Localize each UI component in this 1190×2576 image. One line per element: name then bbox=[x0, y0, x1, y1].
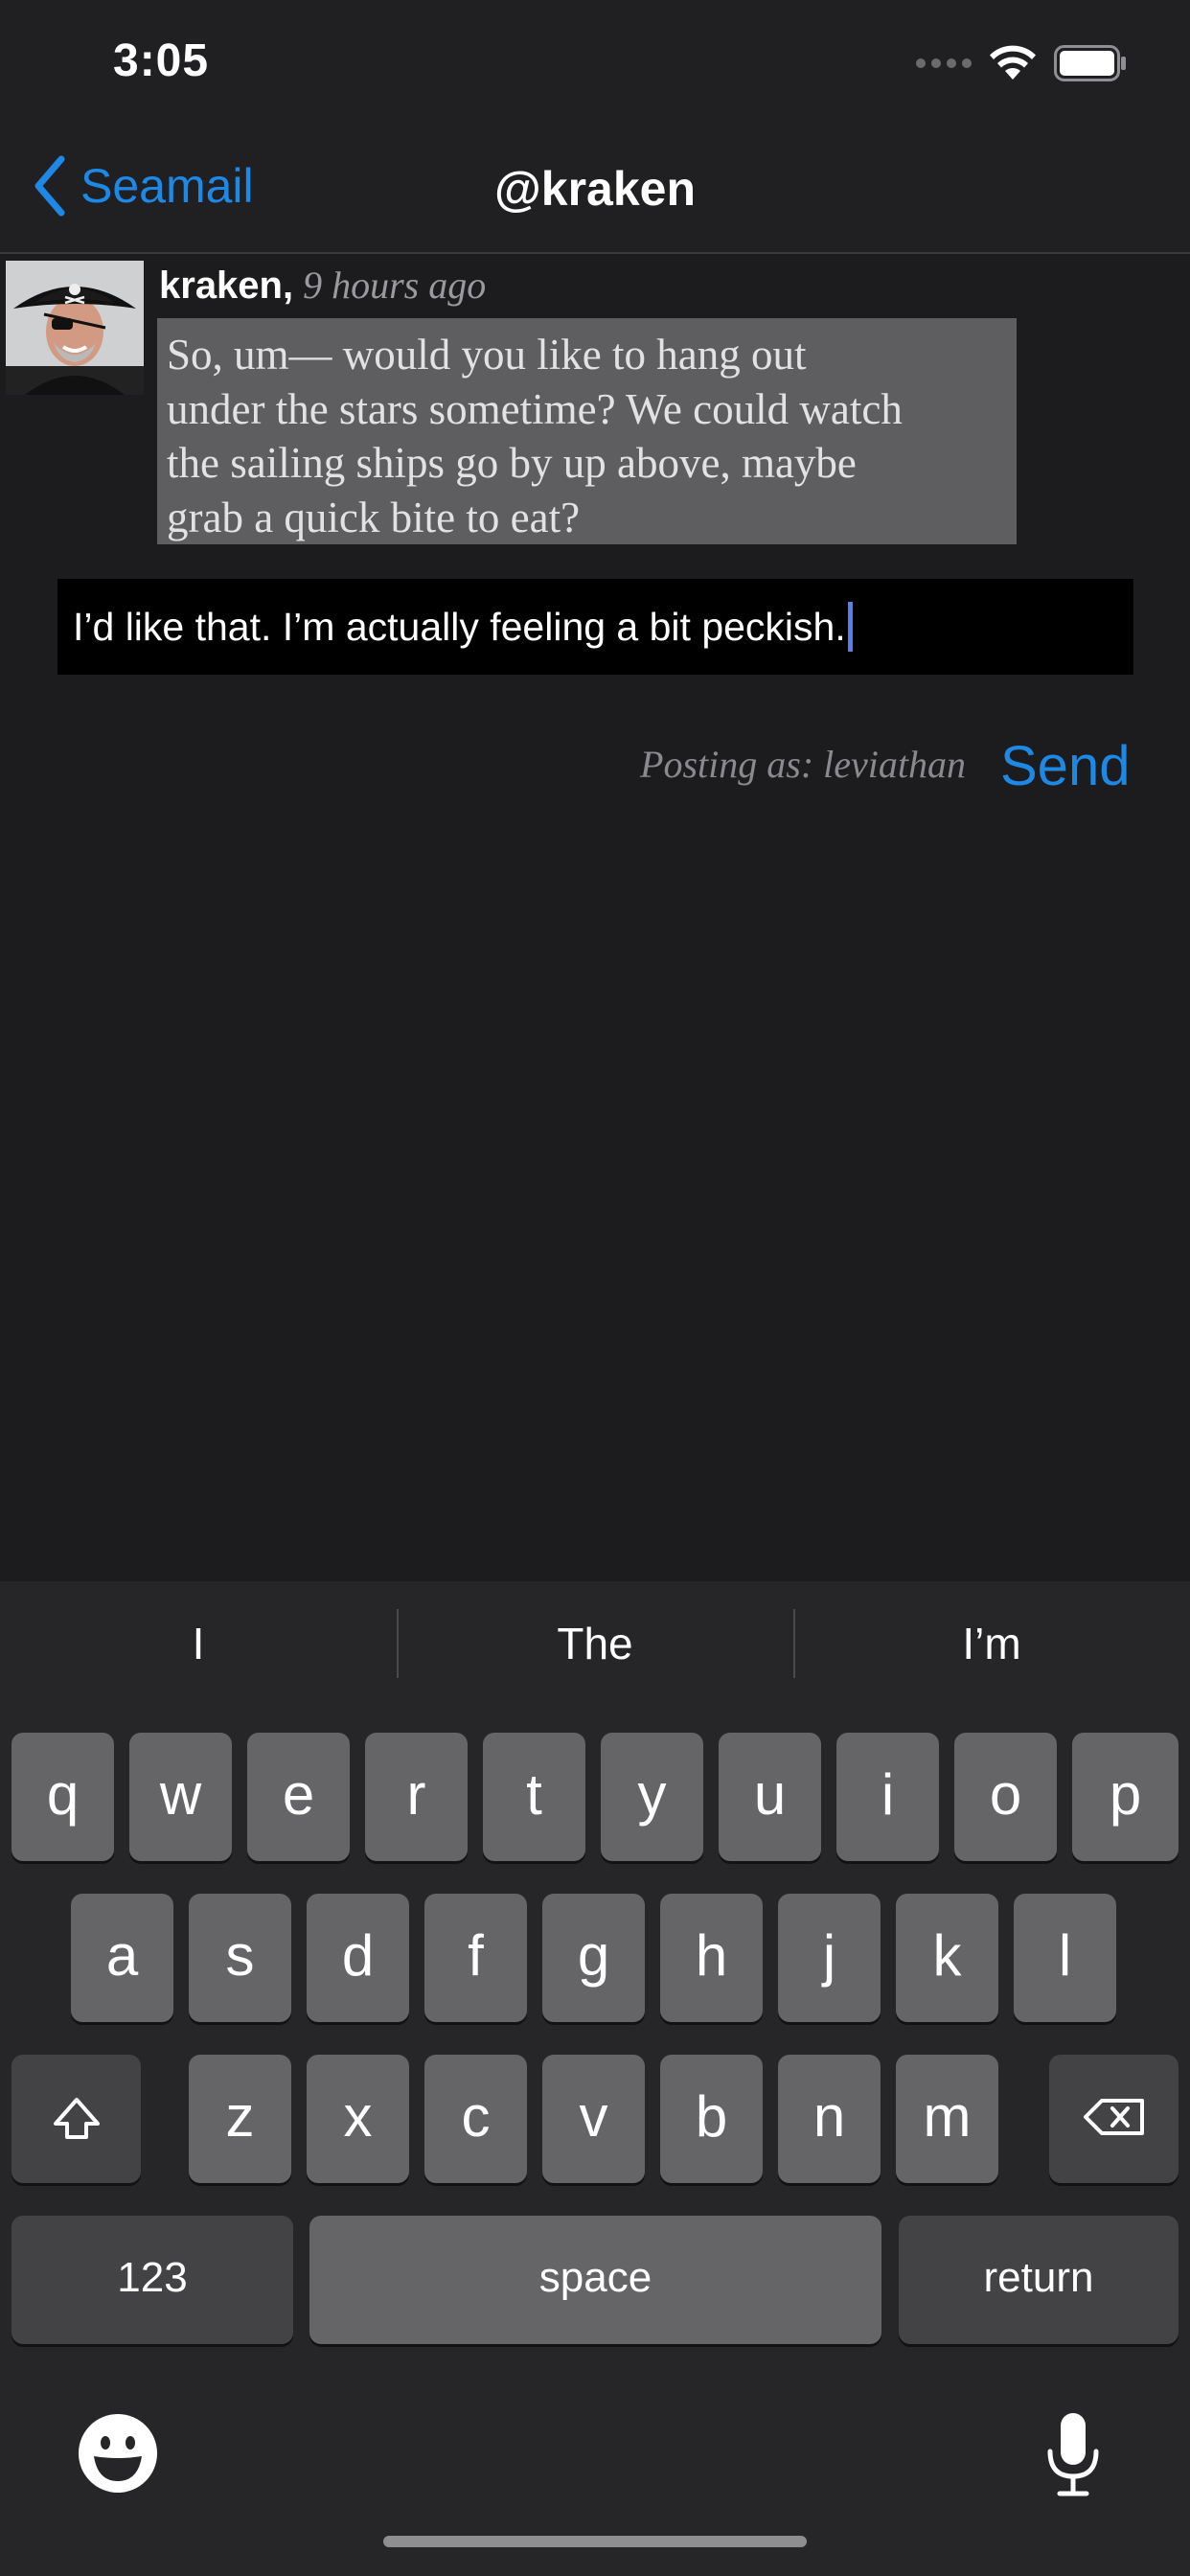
numbers-key[interactable]: 123 bbox=[11, 2216, 293, 2344]
wifi-icon bbox=[990, 45, 1036, 80]
avatar[interactable] bbox=[6, 261, 144, 395]
space-key[interactable]: space bbox=[309, 2216, 881, 2344]
pirate-avatar-image bbox=[6, 261, 144, 395]
message-text-line: under the stars sometime? We could watch bbox=[167, 384, 903, 433]
status-time: 3:05 bbox=[113, 35, 210, 86]
key-z[interactable]: z bbox=[189, 2055, 291, 2183]
send-button[interactable]: Send bbox=[1000, 734, 1130, 798]
key-d[interactable]: d bbox=[307, 1894, 409, 2022]
suggestion-item[interactable]: The bbox=[397, 1605, 793, 1682]
home-indicator[interactable] bbox=[383, 2536, 807, 2547]
message-author[interactable]: kraken, bbox=[159, 264, 293, 307]
message-header: kraken, 9 hours ago bbox=[159, 263, 486, 308]
return-key[interactable]: return bbox=[899, 2216, 1179, 2344]
key-f[interactable]: f bbox=[424, 1894, 527, 2022]
key-k[interactable]: k bbox=[896, 1894, 998, 2022]
suggestion-item[interactable]: I’m bbox=[793, 1605, 1190, 1682]
shift-icon bbox=[53, 2098, 100, 2139]
key-g[interactable]: g bbox=[542, 1894, 645, 2022]
message-bubble: So, um— would you like to hang out under… bbox=[157, 318, 1017, 544]
backspace-icon bbox=[1083, 2099, 1144, 2135]
key-x[interactable]: x bbox=[307, 2055, 409, 2183]
top-bar: 3:05 Seamail @kraken bbox=[0, 0, 1190, 254]
shift-key[interactable] bbox=[11, 2055, 141, 2183]
page-title: @kraken bbox=[494, 162, 696, 216]
emoji-icon[interactable] bbox=[77, 2412, 159, 2495]
battery-icon bbox=[1054, 45, 1126, 81]
key-e[interactable]: e bbox=[247, 1733, 350, 1861]
microphone-icon[interactable] bbox=[1042, 2411, 1104, 2497]
key-r[interactable]: r bbox=[365, 1733, 468, 1861]
key-u[interactable]: u bbox=[719, 1733, 821, 1861]
status-icons bbox=[916, 42, 1127, 84]
message-timestamp: 9 hours ago bbox=[303, 264, 487, 307]
delete-key[interactable] bbox=[1049, 2055, 1179, 2183]
reply-input-text: I’d like that. I’m actually feeling a bi… bbox=[73, 604, 846, 649]
key-y[interactable]: y bbox=[601, 1733, 703, 1861]
key-p[interactable]: p bbox=[1072, 1733, 1179, 1861]
message-text-line: the sailing ships go by up above, maybe bbox=[167, 439, 857, 487]
key-a[interactable]: a bbox=[71, 1894, 173, 2022]
key-n[interactable]: n bbox=[778, 2055, 881, 2183]
key-h[interactable]: h bbox=[660, 1894, 763, 2022]
key-t[interactable]: t bbox=[483, 1733, 585, 1861]
message-text-line: grab a quick bite to eat? bbox=[167, 493, 581, 541]
key-c[interactable]: c bbox=[424, 2055, 527, 2183]
keyboard: I The I’m q w e r t y u i o p a s d f g … bbox=[0, 1581, 1190, 2576]
cellular-signal-icon bbox=[916, 58, 972, 68]
posting-as-label: Posting as: leviathan bbox=[640, 743, 966, 786]
key-b[interactable]: b bbox=[660, 2055, 763, 2183]
suggestion-item[interactable]: I bbox=[0, 1605, 397, 1682]
key-s[interactable]: s bbox=[189, 1894, 291, 2022]
key-q[interactable]: q bbox=[11, 1733, 114, 1861]
key-l[interactable]: l bbox=[1014, 1894, 1116, 2022]
key-v[interactable]: v bbox=[542, 2055, 645, 2183]
key-i[interactable]: i bbox=[836, 1733, 939, 1861]
key-m[interactable]: m bbox=[896, 2055, 998, 2183]
key-o[interactable]: o bbox=[954, 1733, 1057, 1861]
key-w[interactable]: w bbox=[129, 1733, 232, 1861]
message-text-line: So, um— would you like to hang out bbox=[167, 331, 807, 379]
reply-input[interactable]: I’d like that. I’m actually feeling a bi… bbox=[57, 579, 1133, 675]
key-j[interactable]: j bbox=[778, 1894, 881, 2022]
text-caret bbox=[847, 602, 853, 652]
predictive-bar: I The I’m bbox=[0, 1605, 1190, 1682]
